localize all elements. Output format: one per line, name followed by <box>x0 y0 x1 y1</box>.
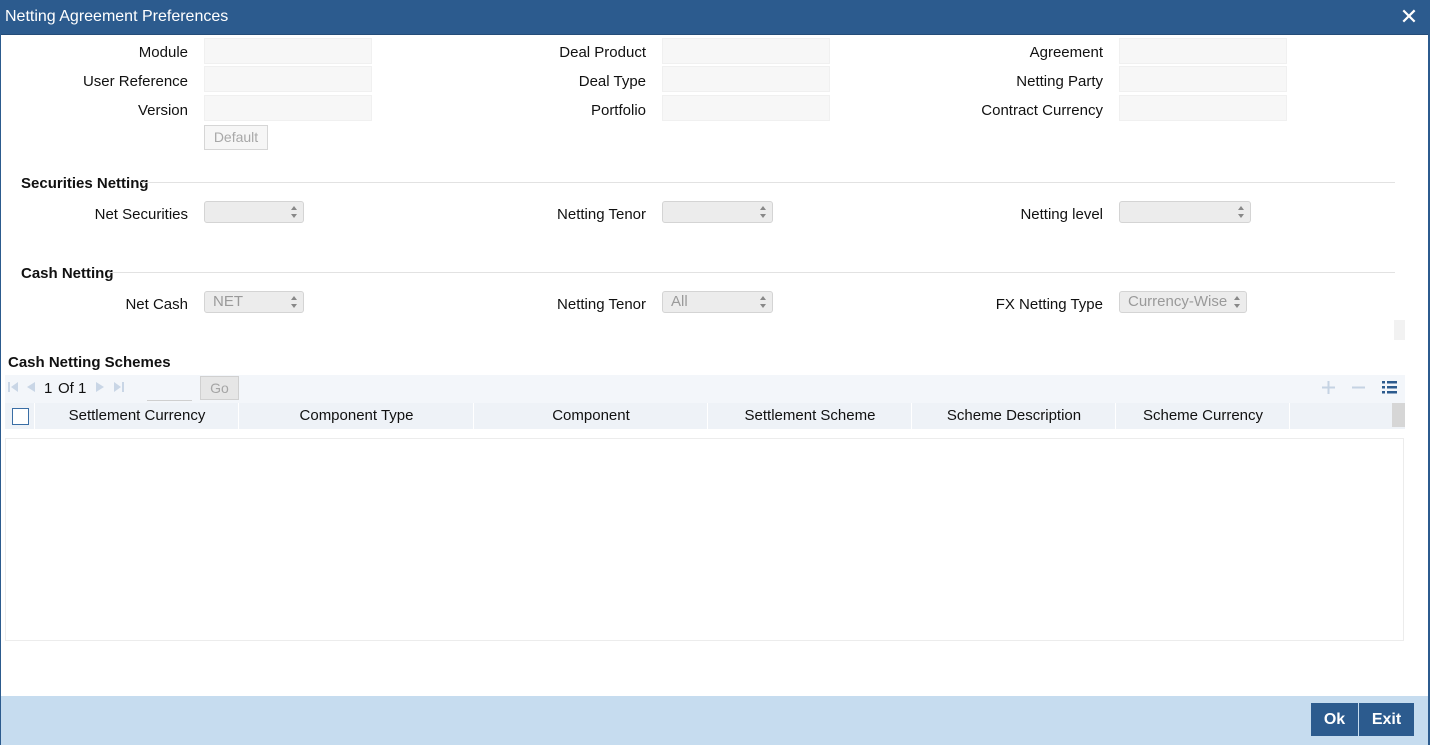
window-title: Netting Agreement Preferences <box>5 8 229 25</box>
delete-row-icon[interactable] <box>1352 381 1365 394</box>
netting-party-label: Netting Party <box>1016 73 1103 90</box>
column-header-scheme-description[interactable]: Scheme Description <box>913 403 1116 429</box>
cash-netting-tenor-label: Netting Tenor <box>557 296 646 313</box>
netting-tenor-label: Netting Tenor <box>557 206 646 223</box>
version-field[interactable] <box>204 95 372 121</box>
net-securities-label: Net Securities <box>94 206 188 223</box>
agreement-label: Agreement <box>1029 44 1103 61</box>
securities-netting-tenor-select[interactable] <box>662 201 773 223</box>
select-all-cell <box>5 403 35 429</box>
version-label: Version <box>137 102 188 119</box>
fx-netting-type-select[interactable]: Currency-Wise <box>1119 291 1247 313</box>
first-page-icon[interactable] <box>7 381 19 393</box>
select-arrows-icon <box>291 206 297 218</box>
netting-party-field[interactable] <box>1119 66 1287 92</box>
netting-level-select[interactable] <box>1119 201 1251 223</box>
page-total: 1 <box>78 380 87 397</box>
column-header-scheme-currency[interactable]: Scheme Currency <box>1117 403 1290 429</box>
column-header-component[interactable]: Component <box>475 403 708 429</box>
select-arrows-icon <box>291 296 297 308</box>
user-reference-label: User Reference <box>82 73 188 90</box>
deal-type-label: Deal Type <box>578 73 646 90</box>
portfolio-field[interactable] <box>662 95 830 121</box>
select-arrows-icon <box>1238 206 1244 218</box>
module-field[interactable] <box>204 38 372 64</box>
page-number-input[interactable] <box>147 377 192 401</box>
cash-netting-heading: Cash Netting <box>21 265 114 282</box>
grid-body <box>5 438 1404 641</box>
user-reference-field[interactable] <box>204 66 372 92</box>
net-cash-value: NET <box>213 293 243 310</box>
go-button[interactable]: Go <box>200 376 239 400</box>
grid-header: Settlement Currency Component Type Compo… <box>5 403 1405 429</box>
default-button[interactable]: Default <box>204 125 268 150</box>
fx-netting-type-value: Currency-Wise <box>1128 293 1228 310</box>
cash-netting-tenor-select[interactable]: All <box>662 291 773 313</box>
netting-agreement-dialog: Netting Agreement Preferences ✕ Module U… <box>0 0 1430 745</box>
fx-netting-type-label: FX Netting Type <box>995 296 1103 313</box>
title-bar: Netting Agreement Preferences ✕ <box>1 0 1428 35</box>
column-header-settlement-currency[interactable]: Settlement Currency <box>36 403 239 429</box>
deal-type-field[interactable] <box>662 66 830 92</box>
next-page-icon[interactable] <box>95 381 107 393</box>
grid-scrollbar[interactable] <box>1392 403 1405 427</box>
deal-product-field[interactable] <box>662 38 830 64</box>
cash-netting-tenor-value: All <box>671 293 688 310</box>
previous-page-icon[interactable] <box>24 381 36 393</box>
netting-level-label: Netting level <box>1020 206 1103 223</box>
column-header-component-type[interactable]: Component Type <box>240 403 474 429</box>
agreement-field[interactable] <box>1119 38 1287 64</box>
column-header-settlement-scheme[interactable]: Settlement Scheme <box>709 403 912 429</box>
footer-bar <box>1 696 1428 745</box>
select-arrows-icon <box>760 296 766 308</box>
select-arrows-icon <box>1234 296 1240 308</box>
portfolio-label: Portfolio <box>590 102 646 119</box>
securities-netting-heading: Securities Netting <box>21 175 149 192</box>
close-icon[interactable]: ✕ <box>1398 5 1420 29</box>
module-label: Module <box>138 44 188 61</box>
deal-product-label: Deal Product <box>559 44 646 61</box>
scrollbar[interactable] <box>1394 320 1405 340</box>
contract-currency-field[interactable] <box>1119 95 1287 121</box>
page-of-label: Of <box>58 380 74 397</box>
section-divider <box>109 272 1395 273</box>
last-page-icon[interactable] <box>113 381 125 393</box>
select-arrows-icon <box>760 206 766 218</box>
cash-netting-schemes-heading: Cash Netting Schemes <box>8 354 171 371</box>
add-row-icon[interactable] <box>1322 381 1335 394</box>
exit-button[interactable]: Exit <box>1359 703 1414 736</box>
net-cash-select[interactable]: NET <box>204 291 304 313</box>
section-divider <box>141 182 1395 183</box>
list-view-icon[interactable] <box>1382 380 1397 395</box>
net-securities-select[interactable] <box>204 201 304 223</box>
ok-button[interactable]: Ok <box>1311 703 1358 736</box>
page-current: 1 <box>44 380 53 397</box>
contract-currency-label: Contract Currency <box>981 102 1103 119</box>
net-cash-label: Net Cash <box>125 296 188 313</box>
select-all-checkbox[interactable] <box>12 408 29 425</box>
